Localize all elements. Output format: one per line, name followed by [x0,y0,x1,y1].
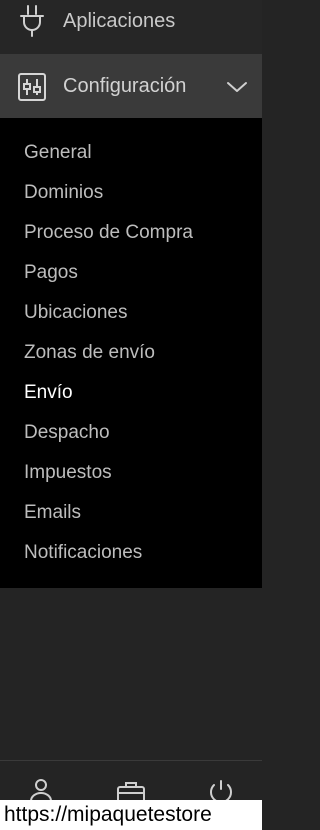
submenu-item-envio[interactable]: Envío [24,381,73,405]
user-icon[interactable] [26,779,56,801]
config-submenu: General Dominios Proceso de Compra Pagos… [0,118,262,588]
nav-item-aplicaciones[interactable]: Aplicaciones [0,0,262,54]
submenu-item-impuestos[interactable]: Impuestos [24,461,112,485]
submenu-item-general[interactable]: General [24,141,92,165]
sliders-icon [17,72,47,102]
submenu-item-notificaciones[interactable]: Notificaciones [24,541,142,565]
plug-icon [19,4,45,38]
sidebar: Aplicaciones Configuración General Domin… [0,0,262,830]
status-url: https://mipaquetestore [4,803,212,826]
submenu-item-despacho[interactable]: Despacho [24,421,110,445]
nav-item-label: Aplicaciones [63,10,176,32]
submenu-item-dominios[interactable]: Dominios [24,181,103,205]
power-icon[interactable] [206,779,236,801]
submenu-item-proceso-de-compra[interactable]: Proceso de Compra [24,221,193,245]
status-url-bar: https://mipaquetestore [0,800,262,830]
nav-item-configuracion[interactable]: Configuración [0,54,262,118]
chevron-down-icon[interactable] [226,80,248,94]
submenu-item-emails[interactable]: Emails [24,501,81,525]
submenu-item-pagos[interactable]: Pagos [24,261,78,285]
briefcase-icon[interactable] [116,779,146,801]
submenu-item-zonas-de-envio[interactable]: Zonas de envío [24,341,155,365]
submenu-item-ubicaciones[interactable]: Ubicaciones [24,301,128,325]
nav-item-label: Configuración [63,75,187,97]
sidebar-footer [0,760,262,801]
